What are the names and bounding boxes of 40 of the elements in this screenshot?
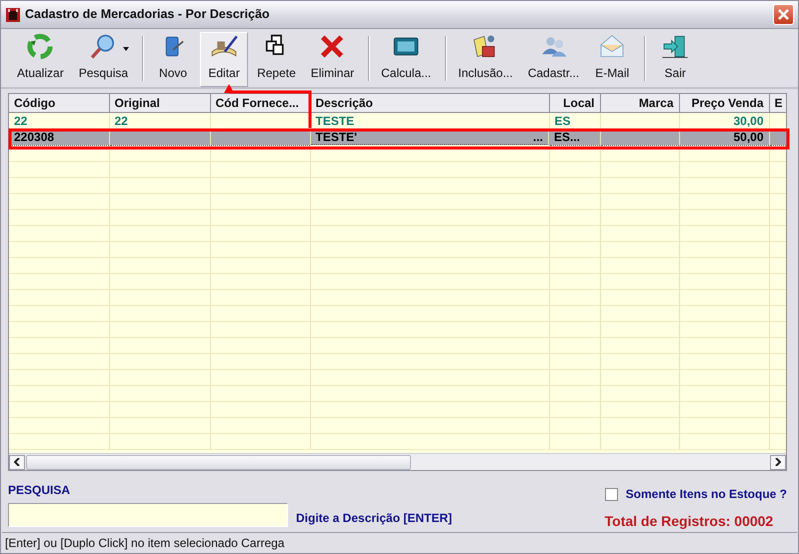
app-icon bbox=[5, 6, 21, 22]
status-bar: [Enter] ou [Duplo Click] no item selecionado Carrega bbox=[2, 532, 797, 551]
window-title: Cadastro de Mercadorias - Por Descrição bbox=[25, 6, 270, 24]
column-header[interactable]: Original bbox=[109, 94, 210, 112]
toolbar-button[interactable]: Atualizar bbox=[11, 32, 70, 87]
close-icon bbox=[777, 8, 790, 21]
toolbar-button[interactable]: Pesquisa bbox=[72, 32, 134, 87]
column-header[interactable]: Marca bbox=[600, 94, 679, 112]
toolbar-button[interactable]: Cadastr... bbox=[522, 32, 586, 87]
checkbox[interactable] bbox=[604, 488, 618, 500]
table-cell: ES bbox=[549, 112, 600, 128]
table-cell: TESTE bbox=[310, 112, 549, 128]
column-header[interactable]: Preço Venda bbox=[679, 94, 769, 112]
column-header[interactable]: Código bbox=[9, 94, 109, 112]
column-header[interactable]: Local bbox=[549, 94, 600, 112]
table-cell: TESTE' bbox=[316, 130, 358, 144]
search-hint: Digite a Descrição [ENTER] bbox=[296, 510, 452, 527]
toolbar-button[interactable]: Editar bbox=[200, 32, 248, 87]
checkbox-label[interactable]: Somente Itens no Estoque ? bbox=[626, 485, 787, 503]
table-cell: 30,00 bbox=[679, 112, 769, 128]
horizontal-scrollbar[interactable] bbox=[9, 453, 786, 470]
toolbar-button[interactable]: Repete bbox=[251, 32, 302, 87]
search-label: PESQUISA bbox=[8, 482, 72, 499]
record-total: Total de Registros: 00002 bbox=[604, 512, 774, 531]
column-header[interactable]: E bbox=[769, 94, 786, 112]
toolbar-button[interactable]: Sair bbox=[651, 32, 700, 87]
scroll-left-icon[interactable] bbox=[9, 454, 25, 470]
table-cell: 22 bbox=[109, 112, 210, 128]
toolbar-button[interactable]: E-Mail bbox=[588, 32, 636, 87]
scroll-right-icon[interactable] bbox=[770, 454, 786, 470]
toolbar-button[interactable]: Calcula... bbox=[375, 32, 438, 87]
search-field[interactable] bbox=[8, 503, 288, 527]
table-cell: 22 bbox=[9, 112, 109, 128]
close-button[interactable] bbox=[773, 4, 794, 25]
column-header[interactable]: Descrição bbox=[310, 94, 549, 112]
column-header[interactable]: Cód Fornece... bbox=[210, 94, 310, 112]
toolbar-button[interactable]: Inclusão... bbox=[452, 32, 519, 87]
toolbar-button[interactable]: Novo bbox=[149, 32, 198, 87]
toolbar-button[interactable]: Eliminar bbox=[304, 32, 360, 87]
ellipsis-text: ... bbox=[532, 130, 543, 144]
